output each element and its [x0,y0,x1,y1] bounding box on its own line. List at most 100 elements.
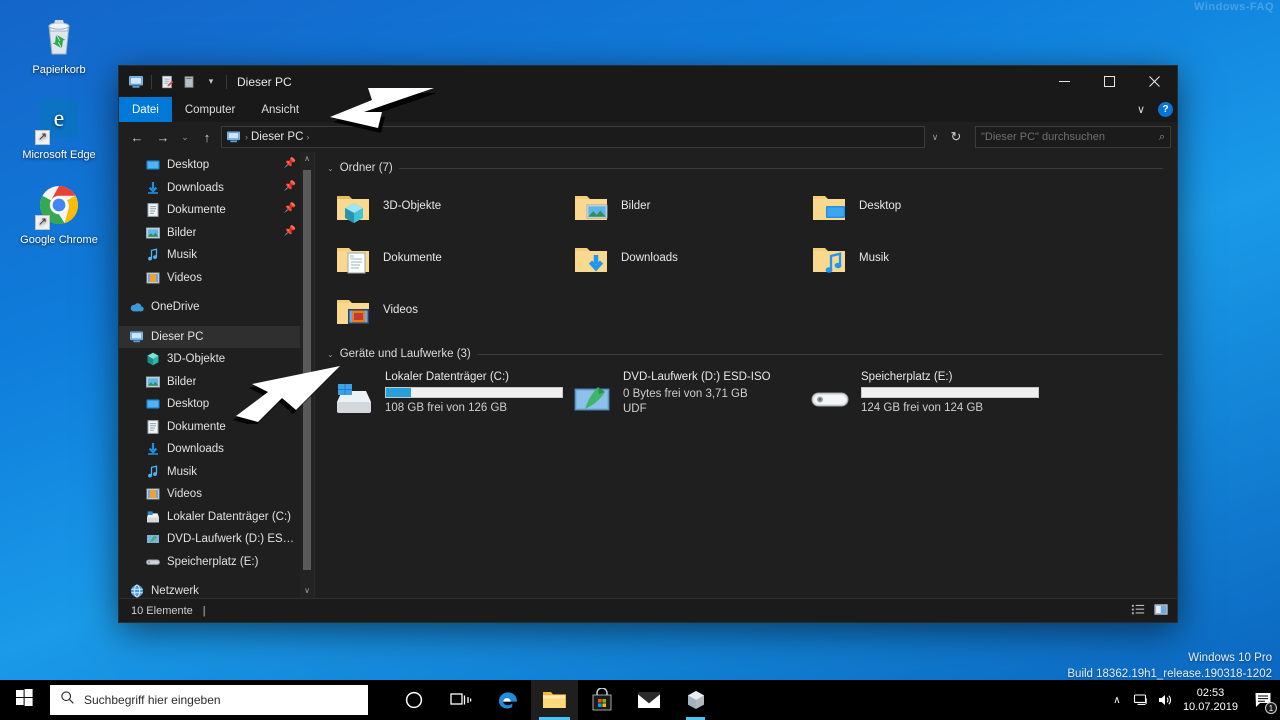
sidebar-item-onedrive[interactable]: OneDrive [119,296,314,319]
cortana-icon[interactable] [390,680,437,720]
back-button[interactable]: ← [125,126,149,148]
properties-icon[interactable] [156,71,178,93]
sidebar-item-dieser-pc[interactable]: Dieser PC [119,325,314,348]
taskbar-clock[interactable]: 02:53 10.07.2019 [1177,686,1248,714]
pin-icon[interactable]: 📌 [284,226,296,237]
desktop-icon-label: Microsoft Edge [22,149,96,161]
maximize-button[interactable] [1087,66,1132,97]
qat-dropdown-icon[interactable]: ▾ [200,71,222,93]
address-history-caret-icon[interactable]: ∨ [927,126,943,148]
store-icon[interactable] [578,680,625,720]
3d-objects-icon [145,351,161,367]
desktop-icon-google-chrome[interactable]: ↗ Google Chrome [0,176,118,251]
scroll-up-icon[interactable]: ∧ [304,152,310,166]
sidebar-item-musik[interactable]: Musik [119,461,314,484]
this-pc-icon [226,129,242,145]
search-icon[interactable]: ⌕ [1159,131,1165,144]
breadcrumb-this-pc[interactable]: Dieser PC [251,131,303,143]
desktop-icon-list: Papierkorb e ↗ Microsoft Edge ↗ Google C… [0,6,118,261]
sidebar-item-bilder-quick[interactable]: Bilder 📌 [119,222,314,245]
minimize-button[interactable] [1042,66,1087,97]
group-header-drives[interactable]: ⌄ Geräte und Laufwerke (3) [327,348,1177,360]
new-folder-icon[interactable] [178,71,200,93]
action-center-icon[interactable]: 1 [1248,680,1278,720]
folder-desktop-icon [809,186,849,226]
folder-tile-3d-objekte[interactable]: 3D-Objekte [325,180,563,232]
drive-tile-dvd-laufwerk-d[interactable]: DVD-Laufwerk (D:) ESD-ISO 0 Bytes frei v… [563,366,801,424]
scroll-down-icon[interactable]: ∨ [304,584,310,598]
tray-overflow-caret-icon[interactable]: ∧ [1105,680,1129,720]
folder-tile-desktop[interactable]: Desktop [801,180,1039,232]
sidebar-item-dokumente-quick[interactable]: Dokumente 📌 [119,199,314,222]
drive-tile-speicherplatz-e[interactable]: Speicherplatz (E:) 124 GB frei von 124 G… [801,366,1039,424]
pin-icon[interactable]: 📌 [284,181,296,192]
details-view-icon[interactable] [1131,602,1146,620]
search-input[interactable]: "Dieser PC" durchsuchen ⌕ [975,126,1171,148]
edge-taskbar-icon[interactable] [484,680,531,720]
build-line-1: Windows 10 Pro [1188,652,1272,664]
forward-button[interactable]: → [151,126,175,148]
network-tray-icon[interactable] [1129,680,1153,720]
chevron-down-icon[interactable]: ∨ [1132,103,1150,116]
up-button[interactable]: ↑ [195,126,219,148]
folder-tile-label: Dokumente [383,252,442,264]
tab-computer[interactable]: Computer [172,97,249,122]
help-icon[interactable]: ? [1158,102,1173,117]
tiles-view-icon[interactable] [1154,602,1169,620]
task-view-icon[interactable] [437,680,484,720]
sidebar-item-downloads[interactable]: Downloads [119,438,314,461]
folder-3d-objects-icon [333,186,373,226]
breadcrumb-separator[interactable]: › [245,132,248,142]
explorer-taskbar-icon[interactable] [531,680,578,720]
sidebar-item-label: Bilder [167,226,197,239]
folder-tile-videos[interactable]: Videos [325,284,563,336]
volume-icon[interactable] [1153,680,1177,720]
sidebar-item-desktop[interactable]: Desktop [119,393,314,416]
sidebar-item-downloads-quick[interactable]: Downloads 📌 [119,177,314,200]
address-breadcrumb-bar[interactable]: › Dieser PC › [221,126,925,148]
sidebar-item-dokumente[interactable]: Dokumente [119,416,314,439]
3d-viewer-icon[interactable] [672,680,719,720]
sidebar-item-dvd-laufwerk-d[interactable]: DVD-Laufwerk (D:) ESD-ISO [119,528,314,551]
breadcrumb-separator-2[interactable]: › [306,132,309,142]
sidebar-item-lokaler-datentraeger-c[interactable]: Lokaler Datenträger (C:) [119,506,314,529]
scrollbar-thumb[interactable] [303,170,311,570]
drive-usage-bar [861,387,1039,398]
pin-icon[interactable]: 📌 [284,203,296,214]
recent-locations-button[interactable]: ⌄ [177,126,193,148]
sidebar-item-label: Desktop [167,398,210,411]
sidebar-item-label: Videos [167,488,202,501]
content-pane[interactable]: ⌄ Ordner (7) 3D-Objekte Bilder Desktop D… [315,152,1177,598]
navigation-scrollbar[interactable]: ∧ ∨ [300,152,314,598]
status-bar: 10 Elemente | [119,598,1177,622]
mail-icon[interactable] [625,680,672,720]
start-button[interactable] [0,680,48,720]
drive-tile-lokaler-datentraeger-c[interactable]: Lokaler Datenträger (C:) 108 GB frei von… [325,366,563,424]
tab-ansicht[interactable]: Ansicht [248,97,312,122]
sidebar-item-videos-quick[interactable]: Videos [119,267,314,290]
svg-text:e: e [54,106,65,132]
sidebar-item-speicherplatz-e[interactable]: Speicherplatz (E:) [119,551,314,574]
sidebar-item-musik-quick[interactable]: Musik [119,244,314,267]
tab-datei[interactable]: Datei [119,97,172,122]
close-button[interactable] [1132,66,1177,97]
folder-tile-musik[interactable]: Musik [801,232,1039,284]
chevron-down-icon[interactable]: ⌄ [327,350,334,359]
group-header-folders[interactable]: ⌄ Ordner (7) [327,162,1177,174]
desktop-icon-label: Google Chrome [20,234,98,246]
chevron-down-icon[interactable]: ⌄ [327,164,334,173]
sidebar-item-3d-objekte[interactable]: 3D-Objekte [119,348,314,371]
folder-tile-downloads[interactable]: Downloads [563,232,801,284]
sidebar-item-videos[interactable]: Videos [119,483,314,506]
refresh-button[interactable]: ↻ [944,126,968,148]
folder-tile-dokumente[interactable]: Dokumente [325,232,563,284]
pin-icon[interactable]: 📌 [284,158,296,169]
drive-filesystem: UDF [623,403,647,415]
desktop-icon-microsoft-edge[interactable]: e ↗ Microsoft Edge [0,91,118,166]
desktop-icon-recycle-bin[interactable]: Papierkorb [0,6,118,81]
sidebar-item-netzwerk[interactable]: Netzwerk [119,580,314,598]
sidebar-item-desktop-quick[interactable]: Desktop 📌 [119,154,314,177]
sidebar-item-bilder[interactable]: Bilder [119,371,314,394]
taskbar-search-input[interactable]: Suchbegriff hier eingeben [50,685,368,715]
folder-tile-bilder[interactable]: Bilder [563,180,801,232]
